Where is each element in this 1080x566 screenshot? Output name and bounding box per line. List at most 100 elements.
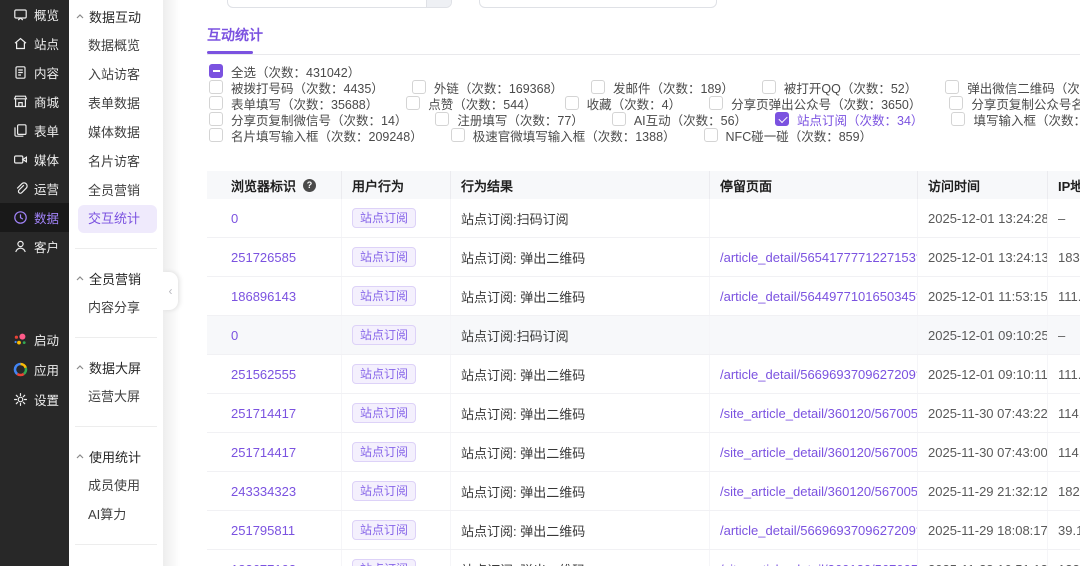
menu-item-content-share[interactable]: 内容分享 bbox=[69, 293, 163, 322]
result-text: 站点订阅: 弹出二维码 bbox=[461, 289, 586, 305]
browser-id-link[interactable]: 183677103 bbox=[231, 562, 296, 566]
sidebar-item-label: 站点 bbox=[34, 38, 60, 52]
checkbox-filter[interactable]: 名片填写输入框（次数：209248） bbox=[209, 126, 423, 145]
ip-address: 111.0. bbox=[1058, 288, 1080, 304]
sidebar-item-label: 内容 bbox=[34, 67, 60, 81]
visit-time: 2025-12-01 09:10:25 bbox=[928, 327, 1048, 343]
visit-time: 2025-11-28 16:51:12 bbox=[928, 562, 1047, 566]
browser-id-link[interactable]: 243334323 bbox=[231, 484, 296, 499]
browser-id-link[interactable]: 0 bbox=[231, 211, 238, 226]
checkbox-filter[interactable]: 填写输入框（次数：516） bbox=[951, 110, 1080, 129]
table-header: 浏览器标识? 用户行为 行为结果 停留页面 访问时间 IP地址 bbox=[207, 171, 1080, 199]
table-row-highlighted: 0 站点订阅 站点订阅:扫码订阅 2025-12-01 09:10:25 – bbox=[207, 316, 1080, 355]
browser-id-link[interactable]: 186896143 bbox=[231, 289, 296, 304]
behavior-badge: 站点订阅 bbox=[352, 325, 417, 345]
sidebar-item-customer[interactable]: 客户 bbox=[0, 232, 69, 261]
browser-id-link[interactable]: 251726585 bbox=[231, 250, 296, 265]
menu-group-all-staff-marketing[interactable]: 全员营销 bbox=[69, 264, 163, 293]
page-link[interactable]: /article_detail/5644977101650345?c... bbox=[720, 289, 917, 304]
tab-bar: 互动统计 bbox=[179, 0, 1080, 54]
checkbox-icon bbox=[406, 96, 421, 110]
chevron-up-icon bbox=[76, 365, 84, 370]
column-header-page: 停留页面 bbox=[710, 171, 918, 199]
help-icon[interactable]: ? bbox=[303, 178, 317, 192]
menu-item-data-overview[interactable]: 数据概览 bbox=[69, 31, 163, 60]
menu-item-form-data[interactable]: 表单数据 bbox=[69, 89, 163, 118]
sidebar-item-operation[interactable]: 运营 bbox=[0, 174, 69, 203]
result-text: 站点订阅: 弹出二维码 bbox=[461, 523, 586, 539]
behavior-badge: 站点订阅 bbox=[352, 364, 417, 384]
browser-id-link[interactable]: 251795811 bbox=[231, 523, 295, 538]
content-icon bbox=[13, 65, 28, 80]
sidebar-item-content[interactable]: 内容 bbox=[0, 58, 69, 87]
filter-input-partial[interactable] bbox=[227, 0, 452, 8]
sidebar-item-label: 应用 bbox=[34, 363, 60, 378]
sidebar-item-apps[interactable]: 应用 bbox=[0, 354, 69, 384]
sidebar-item-form[interactable]: 表单 bbox=[0, 116, 69, 145]
apps-icon bbox=[13, 362, 28, 377]
sidebar-item-settings[interactable]: 设置 bbox=[0, 384, 69, 414]
menu-group-data-interaction[interactable]: 数据互动 bbox=[69, 2, 163, 31]
ip-address: – bbox=[1058, 210, 1066, 226]
behavior-badge: 站点订阅 bbox=[352, 481, 417, 501]
column-header-time: 访问时间 bbox=[918, 171, 1048, 199]
menu-group-data-screen[interactable]: 数据大屏 bbox=[69, 353, 163, 382]
menu-item-inbound-visitors[interactable]: 入站访客 bbox=[69, 60, 163, 89]
checkbox-filter[interactable]: 极速官微填写输入框（次数：1388） bbox=[450, 126, 676, 145]
sidebar-item-mall[interactable]: 商城 bbox=[0, 87, 69, 116]
table-row: 0 站点订阅 站点订阅:扫码订阅 2025-12-01 13:24:28 – bbox=[207, 199, 1080, 238]
operation-icon bbox=[13, 181, 28, 196]
menu-item-card-visitors[interactable]: 名片访客 bbox=[69, 147, 163, 176]
result-text: 站点订阅: 弹出二维码 bbox=[461, 445, 586, 461]
secondary-sidebar: 数据互动 数据概览 入站访客 表单数据 媒体数据 名片访客 全员营销 交互统计 … bbox=[69, 0, 163, 566]
checkbox-filter[interactable]: NFC碰一碰（次数：859） bbox=[703, 126, 873, 145]
behavior-badge: 站点订阅 bbox=[352, 442, 417, 462]
ip-address: 114.2 bbox=[1058, 405, 1080, 421]
menu-item-all-staff-marketing[interactable]: 全员营销 bbox=[69, 176, 163, 205]
browser-id-link[interactable]: 251562555 bbox=[231, 367, 296, 382]
column-header-ip: IP地址 bbox=[1058, 178, 1080, 194]
page-link[interactable]: /article_detail/5669693709627209?c... bbox=[720, 523, 917, 538]
customer-icon bbox=[13, 239, 28, 254]
menu-item-member-usage[interactable]: 成员使用 bbox=[69, 471, 163, 500]
sidebar-item-launch[interactable]: 启动 bbox=[0, 324, 69, 354]
checkbox-label: NFC碰一碰（次数：859） bbox=[725, 129, 873, 144]
visit-time: 2025-12-01 11:53:15 bbox=[928, 288, 1048, 304]
column-header-result: 行为结果 bbox=[451, 171, 710, 199]
menu-group-label: 使用统计 bbox=[89, 450, 142, 465]
page-link[interactable]: /article_detail/5669693709627209?c... bbox=[720, 367, 917, 382]
sidebar-item-label: 表单 bbox=[34, 125, 60, 139]
ip-address: 39.14 bbox=[1058, 522, 1080, 538]
data-icon bbox=[13, 210, 28, 225]
browser-id-link[interactable]: 0 bbox=[231, 328, 238, 343]
primary-sidebar: 概览 站点 内容 商城 表单 媒体 运营 数据 客户 启动 应用 设置 bbox=[0, 0, 69, 566]
visit-time: 2025-11-30 07:43:00 bbox=[928, 444, 1048, 460]
menu-item-operation-screen[interactable]: 运营大屏 bbox=[69, 382, 163, 411]
behavior-badge: 站点订阅 bbox=[352, 559, 417, 566]
page-link[interactable]: /site_article_detail/360120/5670055... bbox=[720, 406, 917, 421]
page-link[interactable]: /site_article_detail/360120/5670055... bbox=[720, 484, 917, 499]
browser-id-link[interactable]: 251714417 bbox=[231, 445, 296, 460]
menu-item-media-data[interactable]: 媒体数据 bbox=[69, 118, 163, 147]
tab-interaction-stats[interactable]: 互动统计 bbox=[207, 25, 263, 54]
menu-item-ai-power[interactable]: AI算力 bbox=[69, 500, 163, 529]
page-link[interactable]: /article_detail/5654177771227153?ca... bbox=[720, 250, 917, 265]
checkbox-icon bbox=[411, 80, 426, 94]
sidebar-collapse-button[interactable]: ‹ bbox=[163, 272, 178, 310]
media-icon bbox=[13, 152, 28, 167]
sidebar-item-data[interactable]: 数据 bbox=[0, 203, 69, 232]
menu-group-usage-stats[interactable]: 使用统计 bbox=[69, 442, 163, 471]
filter-checkbox-section: 全选（次数：431042） 被拨打号码（次数：4435） 外链（次数：16936… bbox=[179, 55, 1080, 145]
checkbox-icon bbox=[450, 128, 465, 142]
result-text: 站点订阅: 弹出二维码 bbox=[461, 406, 586, 422]
sidebar-item-overview[interactable]: 概览 bbox=[0, 0, 69, 29]
page-link[interactable]: /site_article_detail/360120/5670055... bbox=[720, 562, 917, 566]
sidebar-item-label: 启动 bbox=[34, 333, 60, 348]
checkbox-label: 名片填写输入框（次数：209248） bbox=[231, 129, 423, 144]
browser-id-link[interactable]: 251714417 bbox=[231, 406, 296, 421]
filter-input-partial[interactable] bbox=[479, 0, 717, 8]
sidebar-item-media[interactable]: 媒体 bbox=[0, 145, 69, 174]
page-link[interactable]: /site_article_detail/360120/5670055... bbox=[720, 445, 917, 460]
sidebar-item-site[interactable]: 站点 bbox=[0, 29, 69, 58]
menu-item-interaction-stats[interactable]: 交互统计 bbox=[78, 205, 157, 233]
